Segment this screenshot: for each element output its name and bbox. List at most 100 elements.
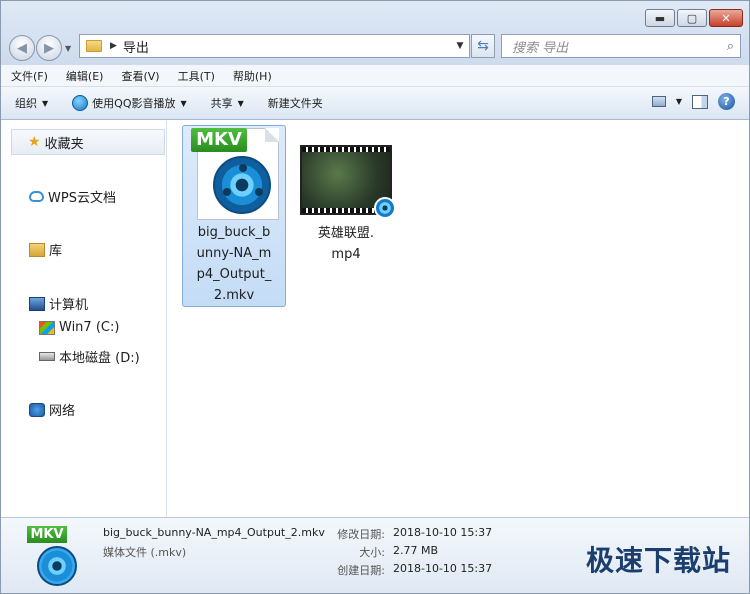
sidebar-item-label: 网络 <box>49 404 76 419</box>
cloud-icon <box>29 191 44 202</box>
reel-hole <box>239 164 247 172</box>
film-reel-icon <box>213 156 271 214</box>
star-icon: ★ <box>28 134 41 150</box>
hard-disk-icon <box>39 352 55 361</box>
computer-icon <box>29 296 45 311</box>
modified-label: 修改日期: <box>337 528 385 541</box>
selected-file-icon: MKV <box>27 526 89 588</box>
video-thumbnail <box>300 145 396 219</box>
command-bar-right: ▼ ? <box>651 93 735 110</box>
address-bar[interactable]: ▶ 导出 ▼ <box>79 34 470 58</box>
forward-arrow-icon: ▶ <box>44 40 54 56</box>
details-filename: big_buck_bunny-NA_mp4_Output_2.mkv <box>103 526 325 539</box>
organize-button[interactable]: 组织 ▼ <box>15 95 48 111</box>
sidebar-item-label: Win7 (C:) <box>59 320 120 335</box>
window-controls: ▬ ▢ ✕ <box>645 9 743 27</box>
sidebar-item-wps[interactable]: WPS云文档 <box>29 187 116 206</box>
address-dropdown-icon[interactable]: ▼ <box>451 41 469 51</box>
recent-pages-dropdown[interactable]: ▼ <box>65 44 71 53</box>
mkv-badge: MKV <box>191 128 247 152</box>
qq-player-icon <box>72 95 89 111</box>
help-icon[interactable]: ? <box>718 93 735 110</box>
back-button[interactable]: ◀ <box>9 35 35 61</box>
created-value: 2018-10-10 15:37 <box>393 562 493 575</box>
minimize-button[interactable]: ▬ <box>645 9 675 27</box>
menu-file[interactable]: 文件(F) <box>11 68 48 84</box>
modified-value: 2018-10-10 15:37 <box>393 526 493 539</box>
command-bar: 组织 ▼ 使用QQ影音播放 ▼ 共享 ▼ 新建文件夹 ▼ ? <box>1 87 749 120</box>
mkv-file-icon: MKV <box>191 126 279 222</box>
breadcrumb-arrow-icon[interactable]: ▶ <box>110 41 117 51</box>
file-item-mkv[interactable]: MKV big_buck_b unny-NA_m p4_Output_ 2.mk… <box>182 125 286 307</box>
sidebar-item-favorites[interactable]: ★ 收藏夹 <box>11 129 165 155</box>
navigation-pane: ★ 收藏夹 WPS云文档 库 计算机 Win7 (C:) 本地磁盘 (D:) 网… <box>1 121 167 517</box>
file-name-line: 2.mkv <box>213 288 255 303</box>
file-name-line: mp4 <box>331 247 361 262</box>
share-label: 共享 <box>210 97 233 110</box>
menu-help[interactable]: 帮助(H) <box>233 68 272 84</box>
library-icon <box>29 242 45 257</box>
created-label: 创建日期: <box>337 564 385 577</box>
sidebar-item-label: 本地磁盘 (D:) <box>59 351 140 366</box>
sidebar-item-label: 收藏夹 <box>44 136 84 152</box>
menu-bar: 文件(F) 编辑(E) 查看(V) 工具(T) 帮助(H) <box>1 65 749 87</box>
sidebar-item-drive-d[interactable]: 本地磁盘 (D:) <box>39 347 140 366</box>
refresh-icon: ⇆ <box>477 38 489 54</box>
chevron-down-icon: ▼ <box>237 98 244 108</box>
menu-tools[interactable]: 工具(T) <box>178 68 215 84</box>
sidebar-item-drive-c[interactable]: Win7 (C:) <box>39 320 119 335</box>
sidebar-item-label: 计算机 <box>49 298 89 313</box>
details-pane: MKV big_buck_bunny-NA_mp4_Output_2.mkv 媒… <box>1 517 749 593</box>
maximize-button[interactable]: ▢ <box>677 9 707 27</box>
chevron-down-icon: ▼ <box>180 98 187 108</box>
close-button[interactable]: ✕ <box>709 9 743 27</box>
file-name-line: unny-NA_m <box>196 246 272 261</box>
reel-hole <box>223 188 231 196</box>
menu-edit[interactable]: 编辑(E) <box>66 68 104 84</box>
file-name-line: big_buck_b <box>197 225 271 240</box>
sidebar-item-label: WPS云文档 <box>48 191 116 206</box>
new-folder-label: 新建文件夹 <box>267 97 323 110</box>
change-view-icon[interactable] <box>651 96 666 107</box>
file-name-line: p4_Output_ <box>196 267 272 282</box>
mkv-badge: MKV <box>27 526 67 543</box>
qq-player-badge-icon <box>374 197 396 219</box>
reel-hole <box>255 188 263 196</box>
sidebar-item-network[interactable]: 网络 <box>29 400 75 419</box>
play-with-qq-button[interactable]: 使用QQ影音播放 ▼ <box>72 95 187 111</box>
organize-label: 组织 <box>15 97 37 110</box>
search-icon[interactable]: ⌕ <box>727 39 734 54</box>
breadcrumb-folder[interactable]: 导出 <box>123 37 149 56</box>
windows-drive-icon <box>39 320 55 335</box>
share-button[interactable]: 共享 ▼ <box>211 95 244 111</box>
title-bar: ▬ ▢ ✕ ◀ ▶ ▼ ▶ 导出 ▼ ⇆ 搜索 导出 ⌕ <box>1 1 749 65</box>
back-arrow-icon: ◀ <box>17 40 27 56</box>
preview-pane-icon[interactable] <box>692 94 708 109</box>
size-label: 大小: <box>359 546 385 559</box>
search-box[interactable]: 搜索 导出 ⌕ <box>501 34 741 58</box>
new-folder-button[interactable]: 新建文件夹 <box>268 95 323 111</box>
menu-view[interactable]: 查看(V) <box>121 68 159 84</box>
size-value: 2.77 MB <box>393 544 439 557</box>
details-filetype: 媒体文件 (.mkv) <box>103 546 187 559</box>
file-item-mp4[interactable]: 英雄联盟. mp4 <box>294 145 398 265</box>
file-name: big_buck_b unny-NA_m p4_Output_ 2.mkv <box>183 222 285 306</box>
chevron-down-icon: ▼ <box>42 98 49 108</box>
explorer-window: ▬ ▢ ✕ ◀ ▶ ▼ ▶ 导出 ▼ ⇆ 搜索 导出 ⌕ 文件(F) 编辑(E)… <box>0 0 750 594</box>
navigation-buttons: ◀ ▶ ▼ <box>9 35 71 61</box>
forward-button[interactable]: ▶ <box>36 35 62 61</box>
sidebar-item-computer[interactable]: 计算机 <box>29 294 88 313</box>
file-name: 英雄联盟. mp4 <box>294 223 398 265</box>
search-placeholder[interactable]: 搜索 导出 <box>512 37 568 56</box>
file-list: MKV big_buck_b unny-NA_m p4_Output_ 2.mk… <box>168 121 749 517</box>
network-icon <box>29 402 45 417</box>
site-watermark: 极速下载站 <box>585 544 731 577</box>
file-name-line: 英雄联盟. <box>317 226 375 241</box>
sidebar-item-label: 库 <box>49 244 63 259</box>
view-options-dropdown-icon[interactable]: ▼ <box>676 97 682 106</box>
folder-icon <box>86 40 102 52</box>
film-reel-icon <box>37 546 77 586</box>
refresh-button[interactable]: ⇆ <box>471 34 495 58</box>
play-with-qq-label: 使用QQ影音播放 <box>92 97 176 110</box>
sidebar-item-library[interactable]: 库 <box>29 240 62 259</box>
